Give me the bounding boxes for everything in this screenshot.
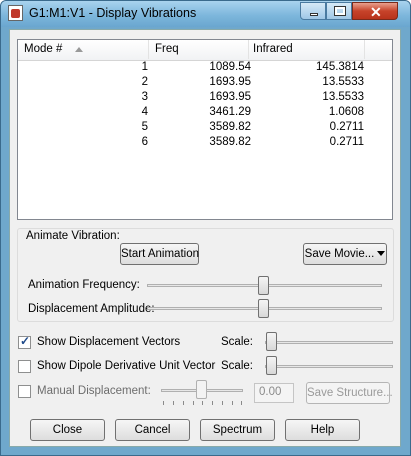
cell-mode: 5 [141,121,148,133]
cancel-button-label: Cancel [134,424,171,436]
modes-table[interactable]: Mode # Freq Infrared 1 1089.54 145.3814 … [17,39,393,220]
start-animation-button[interactable]: Start Animation [120,243,199,265]
help-button[interactable]: Help [285,419,360,441]
cell-freq: 1693.95 [209,76,251,88]
table-row[interactable]: 6 3589.82 0.2711 [18,136,392,151]
table-row[interactable]: 4 3461.29 1.0608 [18,106,392,121]
manual-displacement-checkbox[interactable] [18,385,31,398]
window-title: G1:M1:V1 - Display Vibrations [29,6,197,20]
close-button[interactable]: Close [30,419,105,441]
dipole-scale-label: Scale: [221,360,253,372]
manual-displacement-value: 0.00 [259,386,282,398]
close-icon: ✕ [370,4,382,20]
dropdown-arrow-icon [377,251,386,257]
animate-vibration-label: Animate Vibration: [24,230,122,242]
table-row[interactable]: 2 1693.95 13.5533 [18,76,392,91]
cell-freq: 3589.82 [209,121,251,133]
table-row[interactable]: 1 1089.54 145.3814 [18,61,392,76]
title-bar[interactable]: G1:M1:V1 - Display Vibrations ✕ [1,1,410,27]
cell-infrared: 1.0608 [328,106,364,118]
save-structure-label: Save Structure... [307,387,393,399]
close-window-button[interactable]: ✕ [352,2,398,20]
animation-frequency-label: Animation Frequency: [28,279,140,291]
cell-infrared: 13.5533 [322,91,364,103]
save-structure-button[interactable]: Save Structure... [306,382,393,404]
manual-displacement-label[interactable]: Manual Displacement: [37,385,151,397]
cell-freq: 3589.82 [209,136,251,148]
show-displacement-vectors-label[interactable]: Show Displacement Vectors [37,336,180,348]
help-button-label: Help [310,424,335,436]
cell-freq: 1693.95 [209,91,251,103]
minimize-icon [310,13,318,16]
displacement-scale-label: Scale: [221,336,253,348]
maximize-icon [334,6,346,16]
manual-displacement-slider[interactable] [196,380,207,399]
display-vibrations-window: G1:M1:V1 - Display Vibrations ✕ Mode # F… [0,0,411,456]
displacement-amplitude-label: Displacement Amplitude: [28,303,155,315]
cell-freq: 1089.54 [209,61,251,73]
cell-mode: 4 [141,106,148,118]
close-button-label: Close [52,424,83,436]
table-body: 1 1089.54 145.3814 2 1693.95 13.5533 3 1… [18,61,392,151]
dipole-scale-slider[interactable] [266,356,277,375]
dipole-scale-track [265,365,393,368]
animation-frequency-slider[interactable] [258,276,269,295]
minimize-button[interactable] [300,2,326,20]
column-separator[interactable] [148,40,149,59]
column-header-freq[interactable]: Freq [155,43,179,55]
cell-infrared: 0.2711 [329,136,364,148]
displacement-scale-track [265,341,393,344]
cell-infrared: 13.5533 [322,76,364,88]
spectrum-button[interactable]: Spectrum [200,419,275,441]
column-header-mode[interactable]: Mode # [24,43,62,55]
show-displacement-vectors-checkbox[interactable]: ✓ [18,334,31,349]
table-row[interactable]: 3 1693.95 13.5533 [18,91,392,106]
sort-ascending-icon [75,47,83,52]
cell-mode: 2 [141,76,148,88]
maximize-button[interactable] [326,2,352,20]
cell-mode: 1 [141,61,148,73]
manual-displacement-ticks [161,401,243,405]
cancel-button[interactable]: Cancel [115,419,190,441]
cell-mode: 6 [141,136,148,148]
displacement-amplitude-slider[interactable] [258,299,269,318]
save-movie-label: Save Movie... [304,248,375,260]
save-movie-dropdown[interactable]: Save Movie... [303,243,387,265]
dialog-client-area: Mode # Freq Infrared 1 1089.54 145.3814 … [9,29,401,447]
show-dipole-vector-checkbox[interactable] [18,360,31,373]
table-header: Mode # Freq Infrared [18,40,392,61]
spectrum-button-label: Spectrum [212,424,263,436]
column-separator[interactable] [248,40,249,59]
column-header-infrared[interactable]: Infrared [253,43,293,55]
app-icon [8,5,23,21]
table-row[interactable]: 5 3589.82 0.2711 [18,121,392,136]
show-dipole-vector-label[interactable]: Show Dipole Derivative Unit Vector [37,360,215,372]
cell-mode: 3 [141,91,148,103]
column-separator[interactable] [364,40,365,59]
cell-infrared: 0.2711 [329,121,364,133]
checkmark-icon: ✓ [20,334,31,348]
cell-freq: 3461.29 [209,106,251,118]
manual-displacement-value-field[interactable]: 0.00 [254,383,294,403]
start-animation-label: Start Animation [121,248,199,260]
cell-infrared: 145.3814 [316,61,364,73]
displacement-scale-slider[interactable] [266,332,277,351]
